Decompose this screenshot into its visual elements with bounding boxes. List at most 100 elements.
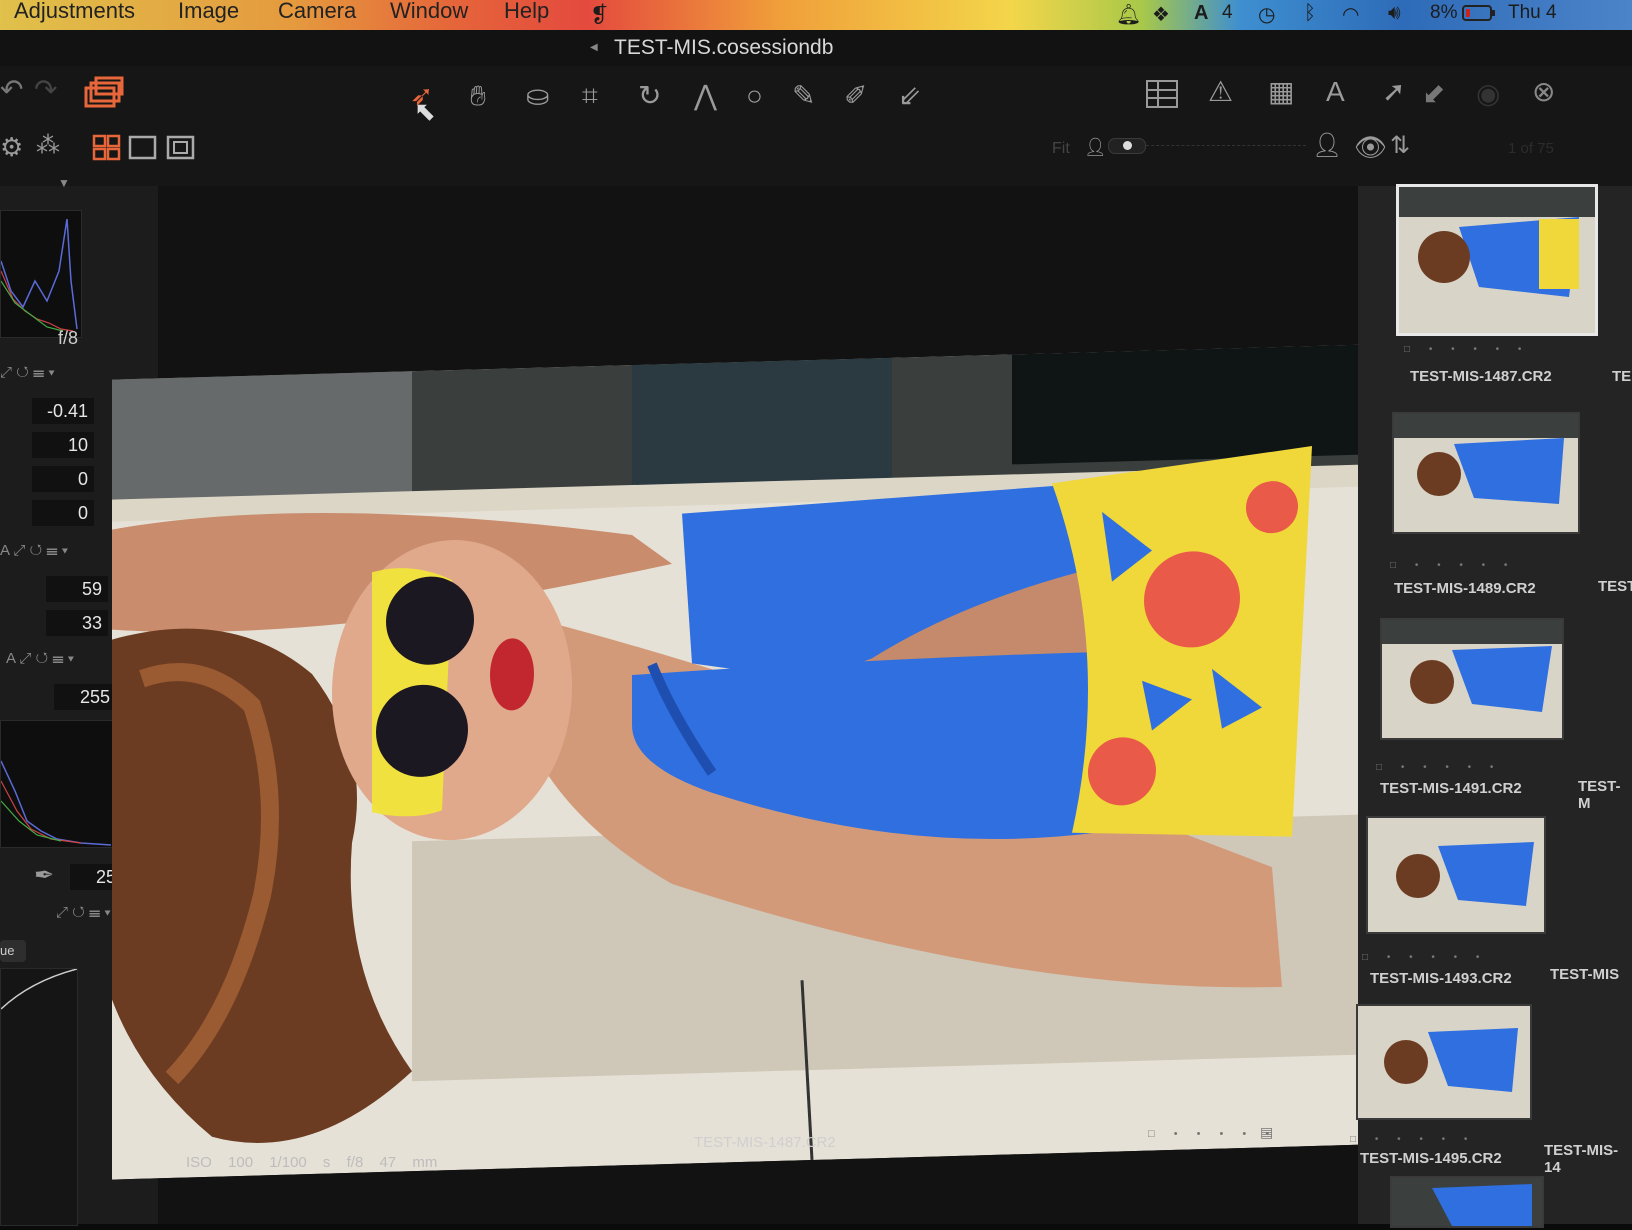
- contrast-field[interactable]: 10: [32, 432, 94, 458]
- grid-icon[interactable]: [1146, 80, 1178, 108]
- dropbox-icon[interactable]: ❖: [1152, 2, 1170, 27]
- menu-window[interactable]: Window: [390, 0, 468, 24]
- person-large-icon: 👤︎: [1312, 132, 1343, 159]
- slider-knob[interactable]: [1123, 141, 1132, 150]
- person-small-icon: 👤︎: [1084, 137, 1107, 157]
- exif-aperture: f/8: [346, 1154, 364, 1171]
- thumbnail-1493[interactable]: [1366, 816, 1546, 934]
- window-title: TEST-MIS.cosessiondb: [614, 36, 834, 59]
- menubar-clock: Thu 4: [1508, 2, 1557, 23]
- rotate-icon[interactable]: ↻: [638, 82, 661, 110]
- settings-icon[interactable]: ⚙: [0, 134, 23, 160]
- menu-bar: Adjustments Image Camera Window Help ❡ 🔔…: [0, 0, 1632, 30]
- thumbnail-1491[interactable]: [1380, 618, 1564, 740]
- wifi-icon[interactable]: ◠: [1342, 2, 1359, 27]
- thumbnail-label-partial: TEST: [1598, 578, 1632, 595]
- brightness-field[interactable]: 0: [32, 466, 94, 492]
- menu-help[interactable]: Help: [504, 0, 549, 24]
- slider-track[interactable]: [1146, 145, 1306, 146]
- exif-focal: 47 mm: [379, 1154, 438, 1171]
- single-view-icon[interactable]: [128, 134, 158, 162]
- volume-icon[interactable]: 🔊︎: [1388, 2, 1401, 25]
- stamp-icon[interactable]: ⛀: [526, 82, 549, 110]
- eraser-icon[interactable]: ⇙: [898, 82, 921, 110]
- aperture-readout: f/8: [58, 328, 79, 348]
- grid-view-icon[interactable]: [92, 134, 122, 162]
- close-icon[interactable]: ⊗: [1532, 78, 1555, 106]
- thumbnail-dots[interactable]: □ • • • • •: [1350, 1134, 1475, 1145]
- fullscreen-view-icon[interactable]: [166, 134, 196, 162]
- viewer-rating-dots[interactable]: □ • • • • •: [1148, 1128, 1277, 1140]
- menu-camera[interactable]: Camera: [278, 0, 356, 24]
- main-photo[interactable]: [112, 344, 1370, 1180]
- exif-shutter: 1/100 s: [269, 1154, 331, 1171]
- menu-adjustments[interactable]: Adjustments: [14, 0, 135, 24]
- mouse-pointer-icon: ⬉: [414, 96, 436, 126]
- thumbnail-label: TEST-MIS-1495.CR2: [1360, 1150, 1502, 1167]
- overlay-grid-icon[interactable]: ▦: [1268, 78, 1294, 106]
- thumbnail-next[interactable]: [1390, 1176, 1544, 1228]
- camera-icon[interactable]: ◉: [1476, 80, 1500, 108]
- text-icon[interactable]: A: [1326, 78, 1345, 106]
- levels-picker-icon[interactable]: ✒︎: [34, 864, 54, 888]
- hdr-header-icons[interactable]: A ⤢ ↺ ☰ ▾: [0, 542, 68, 559]
- exposure-field[interactable]: -0.41: [32, 398, 94, 424]
- eye-icon[interactable]: 👁︎: [1354, 134, 1387, 160]
- warning-icon[interactable]: ⚠︎: [1208, 78, 1233, 106]
- sort-icon[interactable]: ⇅: [1390, 134, 1410, 158]
- title-disclosure-icon[interactable]: ◀: [590, 42, 598, 53]
- brush-icon[interactable]: ✎: [792, 82, 815, 110]
- highlight-field[interactable]: 59: [46, 576, 108, 602]
- viewer-filename: TEST-MIS-1487.CR2: [694, 1134, 836, 1151]
- thumbnail-size-slider[interactable]: [1108, 138, 1146, 154]
- thumbnail-label-partial: TEST-MIS: [1550, 966, 1620, 983]
- thumbnail-label: TEST-MIS-1489.CR2: [1394, 580, 1536, 597]
- panel-collapse-icon[interactable]: ▼: [58, 176, 70, 190]
- levels-histogram[interactable]: [0, 720, 126, 848]
- tool-header-icons[interactable]: ⤢ ↺ ☰ ▾: [0, 364, 55, 381]
- arrow-icon[interactable]: ➚: [1382, 78, 1405, 106]
- battery-percent: 8%: [1430, 2, 1458, 23]
- circle-mask-icon[interactable]: ○: [746, 82, 763, 110]
- thumbnail-1487[interactable]: [1396, 184, 1598, 336]
- arrow-down-icon[interactable]: ⬋: [1422, 80, 1445, 108]
- time-machine-icon[interactable]: ◷: [1258, 2, 1275, 27]
- bluetooth-icon[interactable]: ᛒ: [1304, 2, 1316, 25]
- keystone-icon[interactable]: ⋀: [694, 82, 717, 110]
- thumbnail-label-partial: TE: [1612, 368, 1632, 385]
- curve-header-icons[interactable]: ⤢ ↺ ☰ ▾: [56, 904, 111, 921]
- viewer-info-icon[interactable]: ▤: [1260, 1124, 1273, 1141]
- thumbnail-dots[interactable]: □ • • • • •: [1376, 762, 1501, 773]
- adobe-icon[interactable]: A: [1194, 2, 1208, 25]
- tool-settings-icon[interactable]: ⁂: [36, 134, 60, 158]
- shadow-field[interactable]: 33: [46, 610, 108, 636]
- thumbnail-dots[interactable]: □ • • • • •: [1362, 952, 1487, 963]
- script-menu-icon[interactable]: ❡: [590, 2, 608, 28]
- thumbnail-1495[interactable]: [1356, 1004, 1532, 1120]
- variants-icon[interactable]: [84, 76, 124, 108]
- crop-icon[interactable]: ⌗: [582, 82, 598, 110]
- thumbnail-label: TEST-MIS-1493.CR2: [1370, 970, 1512, 987]
- image-counter: 1 of 75: [1508, 140, 1554, 157]
- saturation-field[interactable]: 0: [32, 500, 94, 526]
- thumbnail-dots[interactable]: □ • • • • •: [1404, 344, 1529, 355]
- hand-icon[interactable]: ✋︎: [470, 82, 486, 110]
- undo-icon[interactable]: ↶: [0, 76, 23, 104]
- battery-icon[interactable]: [1462, 4, 1496, 28]
- curve-tab[interactable]: ue: [0, 940, 26, 962]
- levels-top-field[interactable]: 255: [54, 684, 116, 710]
- thumbnail-label: TEST-MIS-1487.CR2: [1410, 368, 1552, 385]
- bell-icon[interactable]: 🔔︎: [1116, 2, 1141, 27]
- thumbnail-dots[interactable]: □ • • • • •: [1390, 560, 1515, 571]
- adobe-count: 4: [1222, 2, 1233, 23]
- picker-icon[interactable]: ✐: [844, 82, 867, 110]
- levels-header-icons[interactable]: A ⤢ ↺ ☰ ▾: [6, 650, 74, 667]
- thumbnail-1489[interactable]: [1392, 412, 1580, 534]
- thumbnail-label: TEST-MIS-1491.CR2: [1380, 780, 1522, 797]
- menu-image[interactable]: Image: [178, 0, 239, 24]
- curve-graph[interactable]: [0, 968, 78, 1226]
- exif-iso: ISO 100: [186, 1154, 254, 1171]
- thumbnail-label-partial: TEST-MIS-14: [1544, 1142, 1619, 1176]
- zoom-fit-label: Fit: [1052, 140, 1070, 157]
- redo-icon[interactable]: ↷: [34, 76, 57, 104]
